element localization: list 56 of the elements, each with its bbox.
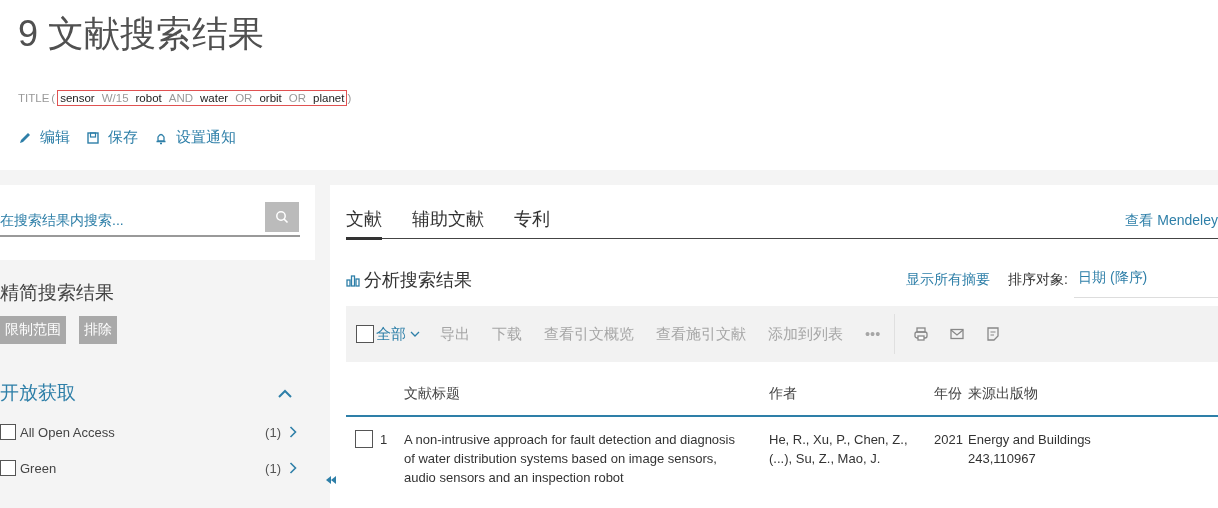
chevron-right-icon[interactable] — [289, 462, 297, 474]
query-operator: AND — [168, 92, 194, 104]
column-header[interactable]: 来源出版物 — [968, 384, 1118, 403]
tab[interactable]: 专利 — [514, 207, 550, 240]
refine-title: 精简搜索结果 — [0, 281, 115, 305]
column-header[interactable]: 文献标题 — [404, 384, 744, 403]
query-term: sensor — [60, 92, 95, 104]
query-field: TITLE — [18, 92, 50, 104]
alert-link[interactable]: 设置通知 — [176, 128, 236, 147]
checkbox[interactable] — [0, 460, 16, 476]
caret-icon[interactable] — [410, 331, 420, 337]
facet-count: (1) — [265, 424, 281, 440]
edit-link[interactable]: 编辑 — [40, 128, 70, 147]
facet-label: All Open Access — [20, 424, 116, 440]
search-icon — [275, 210, 289, 224]
query-term: orbit — [259, 92, 282, 104]
query-parenthesis: ) — [347, 92, 352, 104]
facet-count: (1) — [265, 460, 281, 476]
table-cell-text: 2021 — [934, 431, 964, 449]
query-term: planet — [313, 92, 345, 104]
sort-label: 排序对象: — [1008, 270, 1068, 289]
bar-chart-icon[interactable] — [346, 272, 360, 287]
table-cell-text: He, R., Xu, P., Chen, Z., (...), Su, Z., Mao, J. — [769, 431, 909, 468]
query-term: water — [200, 92, 229, 104]
document-icon[interactable] — [985, 326, 1002, 342]
analyze-link[interactable]: 分析搜索结果 — [364, 267, 472, 292]
query-operator: OR — [288, 92, 307, 104]
checkbox[interactable] — [0, 424, 16, 440]
select-all-link[interactable]: 全部 — [376, 324, 406, 344]
chevron-right-icon[interactable] — [289, 426, 297, 438]
column-header[interactable]: 作者 — [769, 384, 934, 403]
print-icon[interactable] — [913, 326, 930, 342]
document-title-link[interactable]: A non-intrusive approach for fault detection and diagnosis of water distribution systems based on image sensors, audio sensors and an inspection robot — [404, 430, 744, 487]
mendeley-link[interactable]: 查看 Mendeley — [1125, 212, 1218, 238]
collapse-icon[interactable] — [326, 476, 336, 484]
pencil-icon[interactable] — [18, 130, 32, 145]
row-checkbox[interactable] — [355, 430, 373, 448]
tab[interactable]: 辅助文献 — [412, 207, 484, 240]
save-link[interactable]: 保存 — [108, 128, 138, 147]
facet-label: Green — [20, 460, 58, 476]
select-all-checkbox[interactable] — [356, 325, 374, 343]
sort-dropdown[interactable]: 日期 (降序) — [1074, 269, 1218, 298]
column-header[interactable]: 年份 — [934, 384, 968, 403]
search-box[interactable]: 在搜索结果内搜索... — [0, 185, 315, 260]
page-title: 9 文献搜索结果 — [18, 12, 265, 56]
facet-title: 开放获取 — [0, 381, 76, 405]
show-abstracts-link[interactable]: 显示所有摘要 — [906, 270, 991, 289]
query-parenthesis: ( — [51, 92, 56, 104]
row-number: 1 — [380, 431, 388, 449]
query-term: robot — [135, 92, 162, 104]
tab[interactable]: 文献 — [346, 207, 382, 240]
chevron-up-icon[interactable] — [277, 388, 293, 398]
query-operator: OR — [235, 92, 253, 104]
query-operator: W/15 — [101, 92, 129, 104]
table-cell-text: Energy and Buildings 243,110967 — [968, 431, 1092, 468]
envelope-icon[interactable] — [949, 326, 966, 342]
